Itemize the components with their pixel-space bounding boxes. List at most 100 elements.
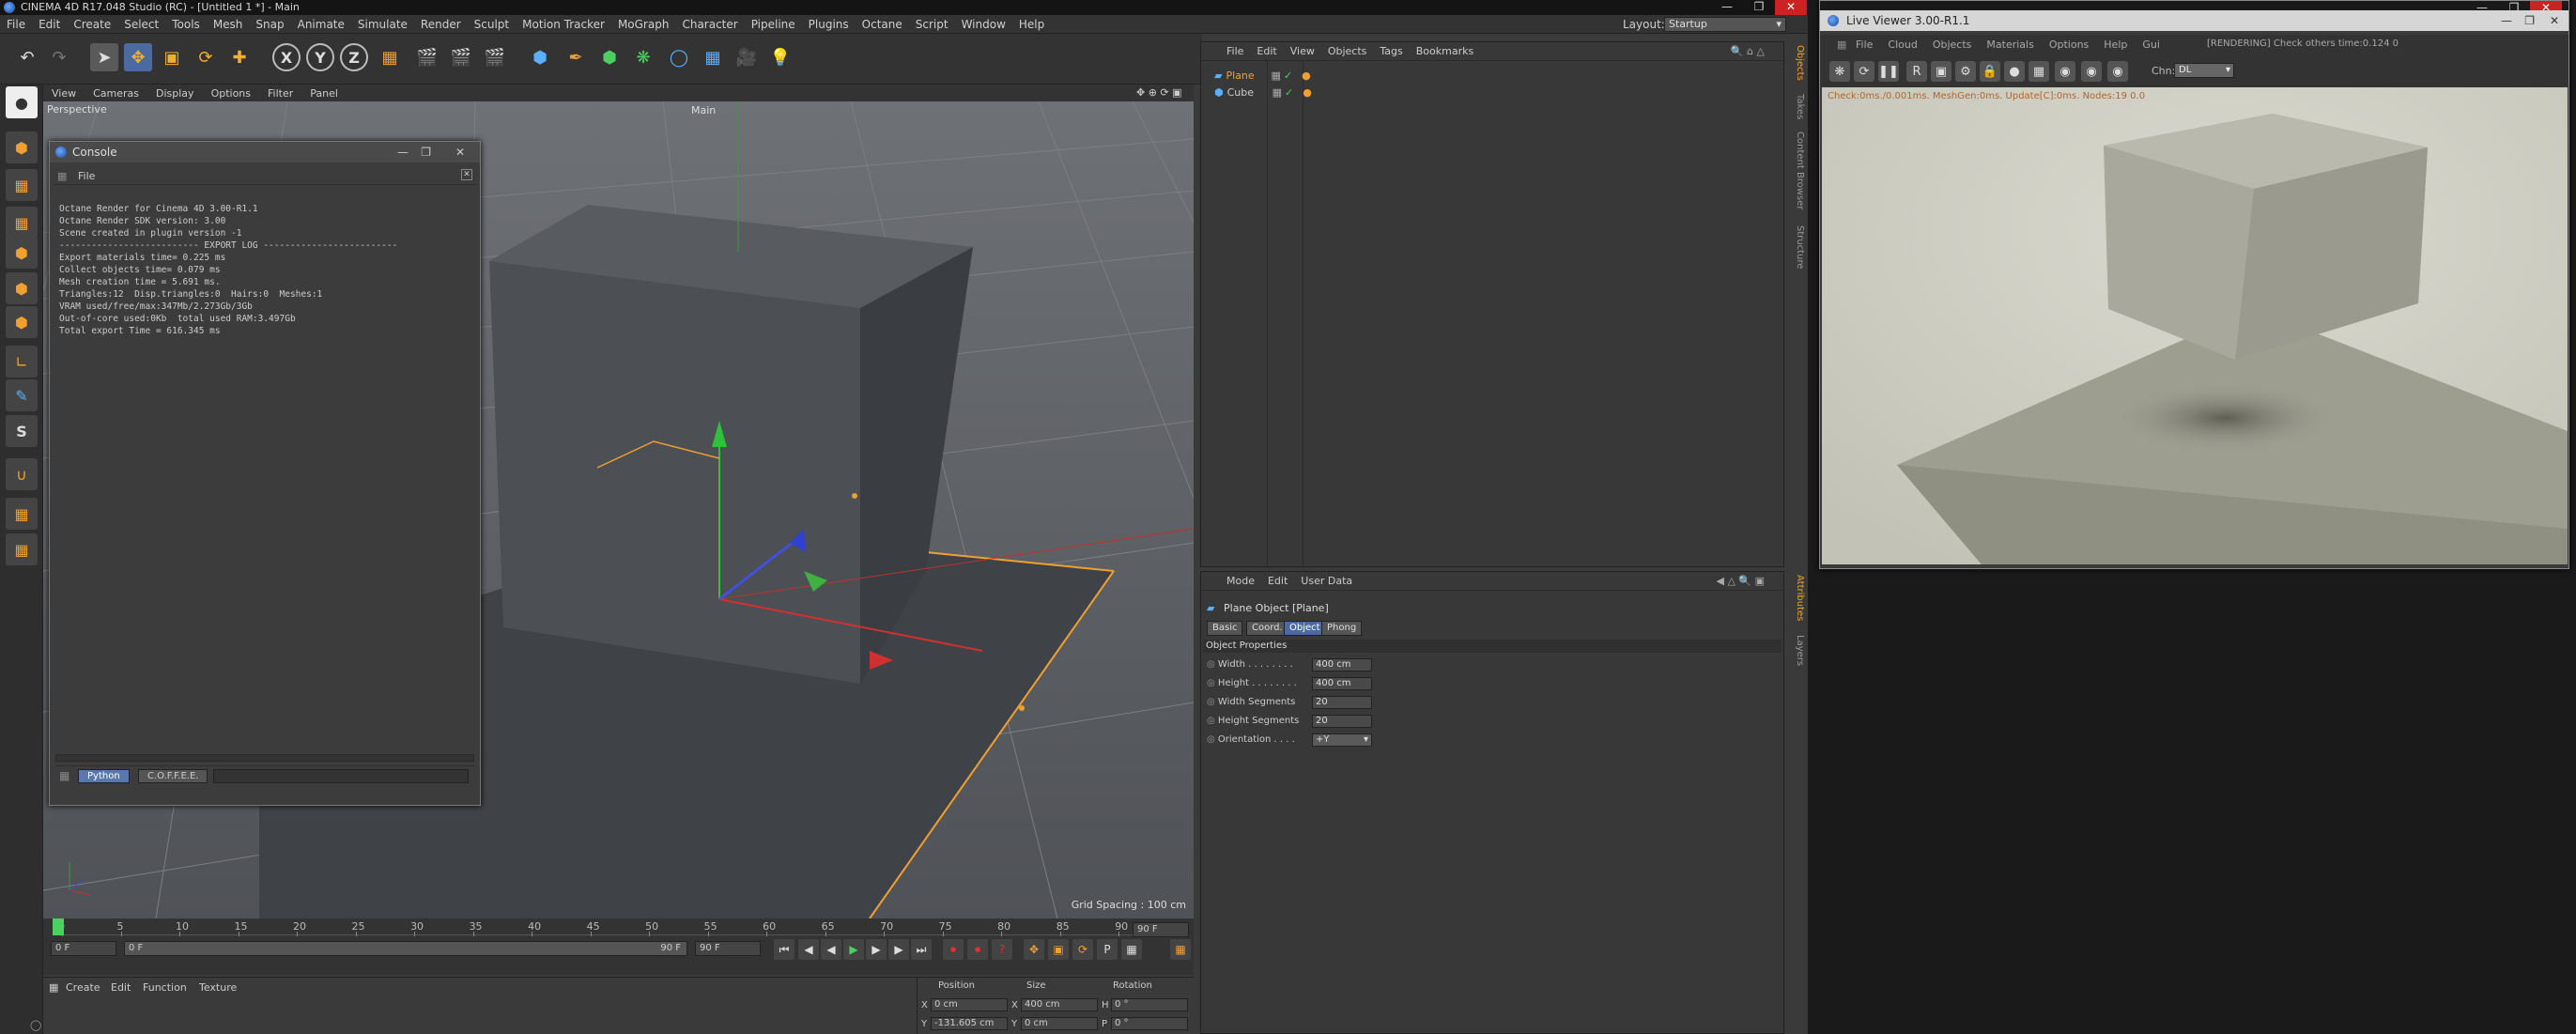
close-icon[interactable]: ✕ (455, 142, 465, 162)
menu-snap[interactable]: Snap (249, 15, 290, 34)
viewport-menu-options[interactable]: Options (203, 87, 259, 100)
attr-tab-basic[interactable]: Basic (1207, 621, 1243, 636)
console-output[interactable]: Octane Render for Cinema 4D 3.00-R1.1 Oct… (55, 189, 474, 715)
minimize-icon[interactable]: — (397, 142, 409, 162)
autokey-icon[interactable]: ⏺ (967, 939, 988, 960)
attr-menu-user-data[interactable]: User Data (1294, 575, 1359, 587)
enabled-check-icon[interactable]: ✓ (1285, 85, 1293, 101)
menu-simulate[interactable]: Simulate (351, 15, 414, 34)
console-command-input[interactable] (213, 769, 469, 783)
magnet-icon[interactable]: ∪ (6, 458, 38, 490)
menu-mesh[interactable]: Mesh (207, 15, 250, 34)
console-menu-file[interactable]: File (78, 170, 95, 182)
close-icon[interactable]: ✕ (2550, 10, 2559, 31)
live-viewer-render[interactable]: Check:0ms./0.001ms. MeshGen:0ms. Update[… (1822, 87, 2568, 564)
lock-icon[interactable]: 🔒 (1980, 61, 2000, 82)
menu-tools[interactable]: Tools (165, 15, 207, 34)
material-menu-create[interactable]: Create (66, 981, 100, 994)
end-frame-field[interactable]: 90 F (695, 941, 761, 956)
texture-mode-icon[interactable]: ▦ (6, 169, 38, 201)
lv-menu-objects[interactable]: Objects (1925, 39, 1980, 51)
goto-start-icon[interactable]: ⏮ (774, 939, 794, 960)
restore-icon[interactable]: ❐ (1743, 0, 1775, 15)
points-mode-icon[interactable]: ⬢ (6, 237, 38, 269)
x-axis-lock-icon[interactable]: X (272, 43, 301, 71)
restore-icon[interactable]: ❐ (2524, 10, 2535, 31)
anim-dot-icon[interactable]: ◎ (1207, 678, 1215, 688)
width-field[interactable]: 400 cm (1312, 658, 1372, 671)
close-icon[interactable]: ✕ (1775, 0, 1807, 15)
pick-object-icon[interactable]: ◉ (2107, 61, 2128, 82)
viewport-menu-filter[interactable]: Filter (259, 87, 301, 100)
viewport-menu-view[interactable]: View (43, 87, 85, 100)
cube-primitive-icon[interactable]: ⬢ (526, 43, 554, 71)
key-scale-icon[interactable]: ▣ (1048, 939, 1069, 960)
light-icon[interactable]: 💡 (766, 43, 794, 71)
camera-icon[interactable]: 🎥 (733, 43, 761, 71)
cube-front-face[interactable] (489, 261, 860, 684)
restart-render-icon[interactable]: ⟳ (1854, 61, 1874, 82)
attr-menu-edit[interactable]: Edit (1261, 575, 1294, 587)
anim-dot-icon[interactable]: ◎ (1207, 716, 1215, 726)
region-render-icon[interactable]: R (1906, 61, 1927, 82)
attribute-nav-icons[interactable]: ◀ △ 🔍 ▣ (1717, 575, 1766, 587)
menu-character[interactable]: Character (675, 15, 744, 34)
menu-plugins[interactable]: Plugins (802, 15, 856, 34)
material-menu-edit[interactable]: Edit (111, 981, 131, 994)
tweak-mode-icon[interactable]: ✎ (6, 379, 38, 411)
viewport-nav-icons[interactable]: ✥ ⊕ ⟳ ▣ (1136, 86, 1182, 99)
side-tab-layers[interactable]: Layers (1788, 635, 1805, 666)
menu-mograph[interactable]: MoGraph (611, 15, 676, 34)
console-tab-python[interactable]: Python (78, 769, 130, 783)
polygons-mode-icon[interactable]: ⬢ (6, 306, 38, 338)
key-rotation-icon[interactable]: ⟳ (1072, 939, 1093, 960)
attr-tab-phong[interactable]: Phong (1321, 621, 1363, 636)
deformer-icon[interactable]: ◯ (665, 43, 693, 71)
layout-select[interactable]: Startup ▾ (1664, 17, 1786, 32)
panel-grip-icon[interactable]: ▦ (49, 981, 58, 994)
height-field[interactable]: 400 cm (1312, 677, 1372, 690)
key-position-icon[interactable]: ✥ (1024, 939, 1044, 960)
next-frame-icon[interactable]: ▶ (866, 939, 887, 960)
close-icon[interactable]: ✕ (461, 169, 472, 180)
obj-menu-edit[interactable]: Edit (1250, 45, 1283, 57)
timeline-window-icon[interactable]: ▦ (1170, 939, 1191, 960)
visibility-toggle-icon[interactable]: ▦ (1273, 85, 1282, 101)
menu-octane[interactable]: Octane (856, 15, 909, 34)
menu-create[interactable]: Create (67, 15, 117, 34)
side-tab-objects[interactable]: Objects (1788, 45, 1805, 81)
menu-motion-tracker[interactable]: Motion Tracker (516, 15, 611, 34)
obj-menu-tags[interactable]: Tags (1373, 45, 1409, 57)
redo-icon[interactable]: ↷ (45, 43, 73, 71)
focus-picker-icon[interactable]: ◉ (2055, 61, 2075, 82)
prev-frame-icon[interactable]: ◀ (821, 939, 841, 960)
size-x-field[interactable]: 400 cm (1021, 998, 1098, 1011)
attr-tab-coord[interactable]: Coord. (1246, 621, 1288, 636)
viewport-menu-panel[interactable]: Panel (301, 87, 347, 100)
material-menu-function[interactable]: Function (143, 981, 187, 994)
rotate-tool-icon[interactable]: ⟳ (192, 43, 220, 71)
menu-script[interactable]: Script (909, 15, 955, 34)
viewport-menu-display[interactable]: Display (147, 87, 203, 100)
lv-menu-options[interactable]: Options (2042, 39, 2096, 51)
z-axis-lock-icon[interactable]: Z (340, 43, 368, 71)
material-preview-icon[interactable]: ● (2004, 61, 2025, 82)
make-editable-icon[interactable]: ● (6, 86, 38, 118)
obj-menu-view[interactable]: View (1284, 45, 1321, 57)
menu-help[interactable]: Help (1012, 15, 1051, 34)
side-tab-content-browser[interactable]: Content Browser (1788, 131, 1805, 209)
tag-icon[interactable]: ● (1302, 68, 1311, 85)
menu-animate[interactable]: Animate (291, 15, 351, 34)
render-view-icon[interactable]: 🎬 (413, 43, 441, 71)
key-parameter-icon[interactable]: P (1097, 939, 1118, 960)
key-pla-icon[interactable]: ▦ (1121, 939, 1142, 960)
viewport-menu-cameras[interactable]: Cameras (85, 87, 147, 100)
snap-icon[interactable]: S (6, 415, 38, 447)
minimize-icon[interactable]: — (2501, 10, 2512, 31)
menu-edit[interactable]: Edit (32, 15, 67, 34)
prev-key-icon[interactable]: ◀ (798, 939, 819, 960)
end-frame-field-2[interactable]: 90 F (1133, 922, 1189, 937)
channel-select[interactable]: DL ▾ (2174, 63, 2234, 78)
render-settings-icon[interactable]: 🎬 (481, 43, 509, 71)
coordinate-system-icon[interactable]: ▦ (376, 43, 404, 71)
